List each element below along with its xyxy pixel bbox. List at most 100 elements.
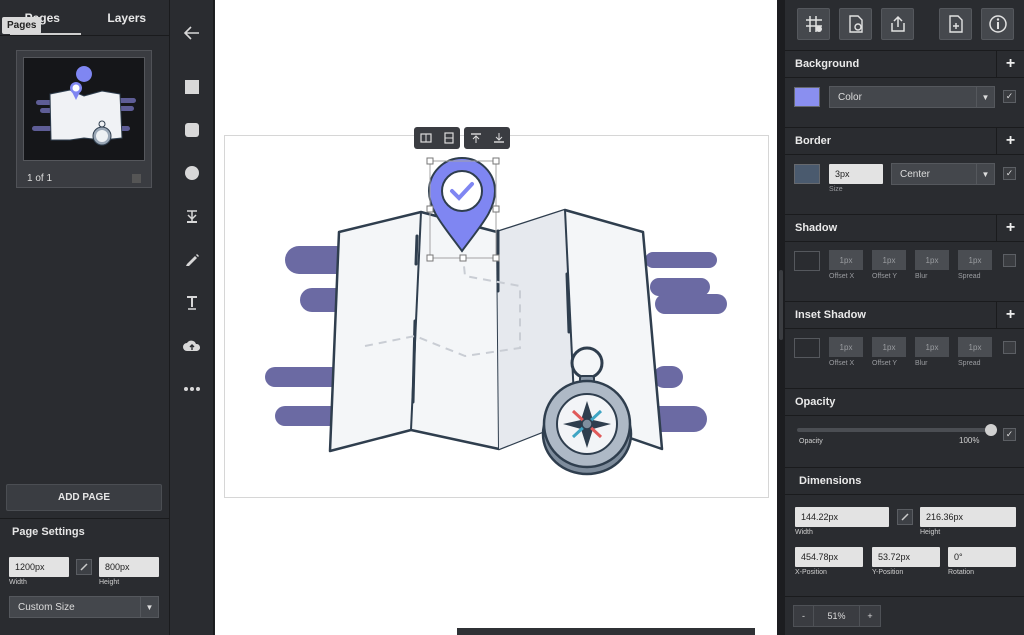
rotation-label: Rotation: [948, 569, 975, 576]
align-top-icon[interactable]: [464, 127, 487, 149]
border-size-label: Size: [829, 186, 843, 193]
left-panel: Pages Layers Pages 1 of 1 ADD PAGE Page …: [0, 0, 170, 635]
page-width-label: Width: [9, 579, 27, 586]
inset-spread-input[interactable]: 1px: [958, 337, 992, 357]
shadow-offset-y-input[interactable]: 1px: [872, 250, 906, 270]
chevron-down-icon: ▼: [140, 597, 158, 617]
page-width-input[interactable]: 1200px: [9, 557, 69, 577]
shadow-section-header: Shadow +: [785, 214, 1024, 242]
vertical-scrollbar[interactable]: [777, 0, 785, 635]
canvas-area[interactable]: [215, 0, 777, 635]
add-shadow-icon[interactable]: +: [996, 215, 1024, 241]
background-type-select[interactable]: Color ▼: [829, 86, 995, 108]
more-icon[interactable]: [170, 375, 214, 403]
shadow-offset-x-input[interactable]: 1px: [829, 250, 863, 270]
shadow-spread-input[interactable]: 1px: [958, 250, 992, 270]
shadow-spread-label: Spread: [958, 273, 981, 280]
opacity-section-header: Opacity: [785, 388, 1024, 416]
pencil-icon[interactable]: [170, 245, 214, 273]
opacity-label: Opacity: [799, 438, 823, 445]
border-position-select[interactable]: Center ▼: [891, 163, 995, 185]
circle-icon[interactable]: [170, 159, 214, 187]
rectangle-icon[interactable]: [170, 73, 214, 101]
y-position-input[interactable]: 53.72px: [872, 547, 940, 567]
scrollbar-thumb[interactable]: [779, 270, 783, 340]
chevron-down-icon: ▼: [976, 87, 994, 107]
inset-shadow-section-header: Inset Shadow +: [785, 301, 1024, 329]
grid-icon[interactable]: [797, 8, 830, 40]
x-position-input[interactable]: 454.78px: [795, 547, 863, 567]
editor-app: Pages Layers Pages 1 of 1 ADD PAGE Page …: [0, 0, 1024, 635]
add-background-icon[interactable]: +: [996, 51, 1024, 77]
rotation-input[interactable]: 0°: [948, 547, 1016, 567]
back-arrow-icon[interactable]: [170, 19, 214, 47]
canvas-scrollbar[interactable]: [457, 628, 755, 635]
thumbnail-image: [23, 57, 145, 161]
text-icon[interactable]: [170, 288, 214, 316]
page-size-select[interactable]: Custom Size ▼: [9, 596, 159, 618]
inset-offset-y-input[interactable]: 1px: [872, 337, 906, 357]
add-inset-shadow-icon[interactable]: +: [996, 302, 1024, 328]
upload-cloud-icon[interactable]: [170, 332, 214, 360]
add-page-button[interactable]: ADD PAGE: [6, 484, 162, 511]
opacity-slider-track[interactable]: [797, 428, 991, 432]
shadow-offset-x-label: Offset X: [829, 273, 855, 280]
opacity-enabled-checkbox[interactable]: ✓: [1003, 428, 1016, 441]
link-dimensions-icon[interactable]: [76, 559, 92, 575]
background-enabled-checkbox[interactable]: ✓: [1003, 90, 1016, 103]
zoom-control: - 51% +: [793, 605, 881, 627]
image-icon[interactable]: [170, 202, 214, 230]
inset-shadow-enabled-checkbox[interactable]: [1003, 341, 1016, 354]
alignment-toolbar-left: [414, 127, 460, 149]
dimensions-title: Dimensions: [799, 475, 862, 487]
tab-layers[interactable]: Layers: [85, 0, 170, 35]
page-thumbnail[interactable]: 1 of 1: [16, 50, 152, 188]
align-horizontal-icon[interactable]: [414, 127, 437, 149]
align-vertical-icon[interactable]: [437, 127, 460, 149]
border-color-swatch[interactable]: [794, 164, 820, 184]
border-size-input[interactable]: 3px: [829, 164, 883, 184]
background-section-header: Background +: [785, 50, 1024, 78]
border-enabled-checkbox[interactable]: ✓: [1003, 167, 1016, 180]
map-illustration[interactable]: [225, 136, 770, 499]
export-icon[interactable]: [881, 8, 914, 40]
inset-offset-x-input[interactable]: 1px: [829, 337, 863, 357]
inset-blur-label: Blur: [915, 360, 928, 367]
width-input[interactable]: 144.22px: [795, 507, 889, 527]
inset-blur-input[interactable]: 1px: [915, 337, 949, 357]
shadow-enabled-checkbox[interactable]: [1003, 254, 1016, 267]
rounded-rectangle-icon[interactable]: [170, 116, 214, 144]
page-size-value: Custom Size: [18, 601, 75, 613]
width-label: Width: [795, 529, 813, 536]
inset-offset-y-label: Offset Y: [872, 360, 898, 367]
height-input[interactable]: 216.36px: [920, 507, 1016, 527]
page-height-label: Height: [99, 579, 120, 586]
shadow-title: Shadow: [795, 222, 838, 234]
info-icon[interactable]: [981, 8, 1014, 40]
border-title: Border: [795, 135, 832, 147]
background-color-swatch[interactable]: [794, 87, 820, 107]
page-settings-icon[interactable]: [839, 8, 872, 40]
shadow-blur-label: Blur: [915, 273, 928, 280]
link-dimensions-icon[interactable]: [897, 509, 913, 525]
background-title: Background: [795, 58, 860, 70]
tooltip: Pages: [2, 17, 42, 34]
zoom-out-button[interactable]: -: [794, 606, 814, 626]
shadow-offset-y-label: Offset Y: [872, 273, 898, 280]
chevron-down-icon: ▼: [976, 164, 994, 184]
page-options-icon[interactable]: [132, 174, 141, 183]
inset-offset-x-label: Offset X: [829, 360, 855, 367]
tool-column: [170, 0, 214, 635]
new-document-icon[interactable]: [939, 8, 972, 40]
opacity-slider-handle[interactable]: [985, 424, 997, 436]
align-bottom-icon[interactable]: [487, 127, 510, 149]
shadow-color-swatch[interactable]: [794, 251, 820, 271]
shadow-blur-input[interactable]: 1px: [915, 250, 949, 270]
artboard[interactable]: [224, 135, 769, 498]
zoom-level[interactable]: 51%: [814, 606, 860, 626]
add-border-icon[interactable]: +: [996, 128, 1024, 154]
opacity-value: 100%: [959, 436, 980, 445]
page-height-input[interactable]: 800px: [99, 557, 159, 577]
zoom-in-button[interactable]: +: [860, 606, 880, 626]
inset-shadow-color-swatch[interactable]: [794, 338, 820, 358]
